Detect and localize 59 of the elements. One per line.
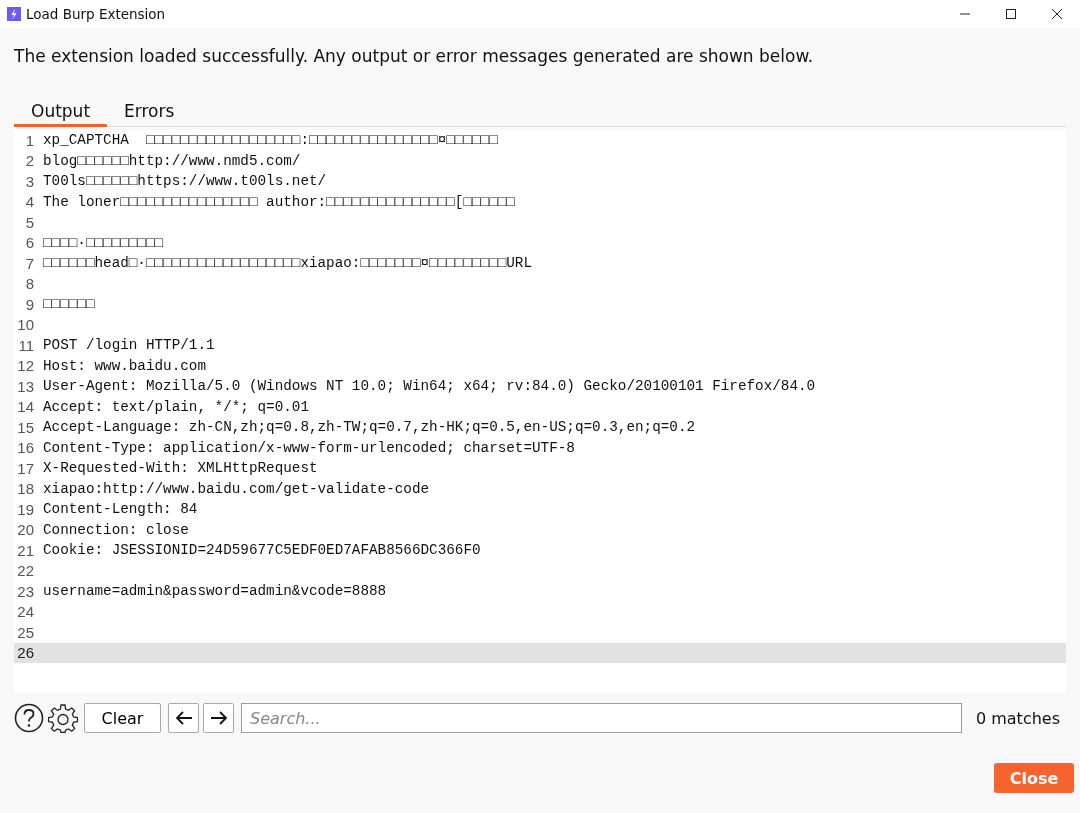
previous-button[interactable] (168, 703, 199, 733)
line-number: 15 (16, 418, 34, 436)
line-number: 4 (24, 193, 34, 211)
line-number: 9 (24, 295, 34, 313)
output-line: xiapao:http://www.baidu.com/get-validate-code (43, 480, 430, 497)
line-number: 23 (16, 582, 34, 600)
output-line: User-Agent: Mozilla/5.0 (Windows NT 10.0; Win64; x64; rv:84.0) Gecko/20100101 Firefox/84.0 (43, 378, 816, 395)
line-number: 14 (16, 398, 34, 416)
line-number: 26 (16, 644, 34, 662)
tab[interactable]: Output (14, 99, 108, 127)
output-line: POST /login HTTP/1.1 (43, 337, 215, 354)
search-field[interactable]: Search... (241, 703, 962, 733)
line-number: 11 (17, 336, 34, 354)
line-number: 16 (16, 439, 34, 457)
output-line: username=admin&password=admin&vcode=8888 (43, 583, 387, 600)
line-number: 18 (16, 480, 34, 498)
output-line: Content-Type: application/x-www-form-urlencoded; charset=UTF-8 (43, 439, 575, 456)
output-line: The loner□□□□□□□□□□□□□□□□ author:□□□□□□□□□□□□□□□[□□□□□□ (43, 193, 515, 210)
output-line: Content-Length: 84 (43, 501, 198, 518)
output-line: Accept-Language: zh-CN,zh;q=0.8,zh-TW;q=0.7,zh-HK;q=0.5,en-US;q=0.3,en;q=0.2 (43, 419, 696, 436)
output-line: □□□□□□head□·□□□□□□□□□□□□□□□□□□xiapao:□□□□□□□¤□□□□□□□□□URL (43, 255, 533, 272)
line-number: 13 (16, 377, 34, 395)
output-line: Accept: text/plain, */*; q=0.01 (43, 398, 309, 415)
line-number: 20 (16, 521, 34, 539)
output-line: □□□□□□ (43, 296, 95, 313)
line-number: 5 (24, 213, 34, 231)
maximize-icon (1006, 9, 1016, 19)
line-number: 19 (16, 500, 34, 518)
output-line: Host: www.baidu.com (43, 357, 206, 374)
output-line: X-Requested-With: XMLHttpRequest (43, 460, 318, 477)
line-number: 7 (24, 254, 34, 272)
output-line: blog□□□□□□http://www.nmd5.com/ (43, 152, 301, 169)
line-number: 12 (16, 357, 34, 375)
tab[interactable]: Errors (107, 99, 192, 127)
close-icon (1052, 9, 1062, 19)
line-number: 1 (24, 131, 34, 149)
output-line: □□□□·□□□□□□□□□ (43, 234, 164, 251)
match-count: 0 matches (975, 708, 1060, 728)
window-title: Load Burp Extension (26, 6, 166, 22)
line-number: 25 (16, 623, 34, 641)
clear-button[interactable]: Clear (84, 703, 161, 733)
status-message: The extension loaded successfully. Any output or error messages generated are shown below. (14, 46, 815, 66)
line-number: 24 (16, 603, 34, 621)
output-line: Cookie: JSESSIONID=24D59677C5EDF0ED7AFAB8566DC366F0 (43, 542, 481, 559)
line-number: 22 (16, 562, 34, 580)
line-number: 6 (24, 234, 34, 252)
line-number: 2 (24, 152, 34, 170)
line-number: 8 (24, 275, 34, 293)
line-number: 17 (16, 459, 34, 477)
line-number: 3 (24, 172, 34, 190)
line-number: 10 (16, 316, 34, 334)
next-button[interactable] (203, 703, 234, 733)
help-icon[interactable] (14, 703, 44, 733)
app-icon (7, 7, 21, 21)
output-line: T00ls□□□□□□https://www.t00ls.net/ (43, 173, 327, 190)
output-line: Connection: close (43, 521, 189, 538)
settings-icon[interactable] (48, 703, 78, 733)
line-number: 21 (16, 541, 34, 559)
output-line: xp_CAPTCHA □□□□□□□□□□□□□□□□□□:□□□□□□□□□□□□□□□¤□□□□□□ (43, 132, 498, 149)
